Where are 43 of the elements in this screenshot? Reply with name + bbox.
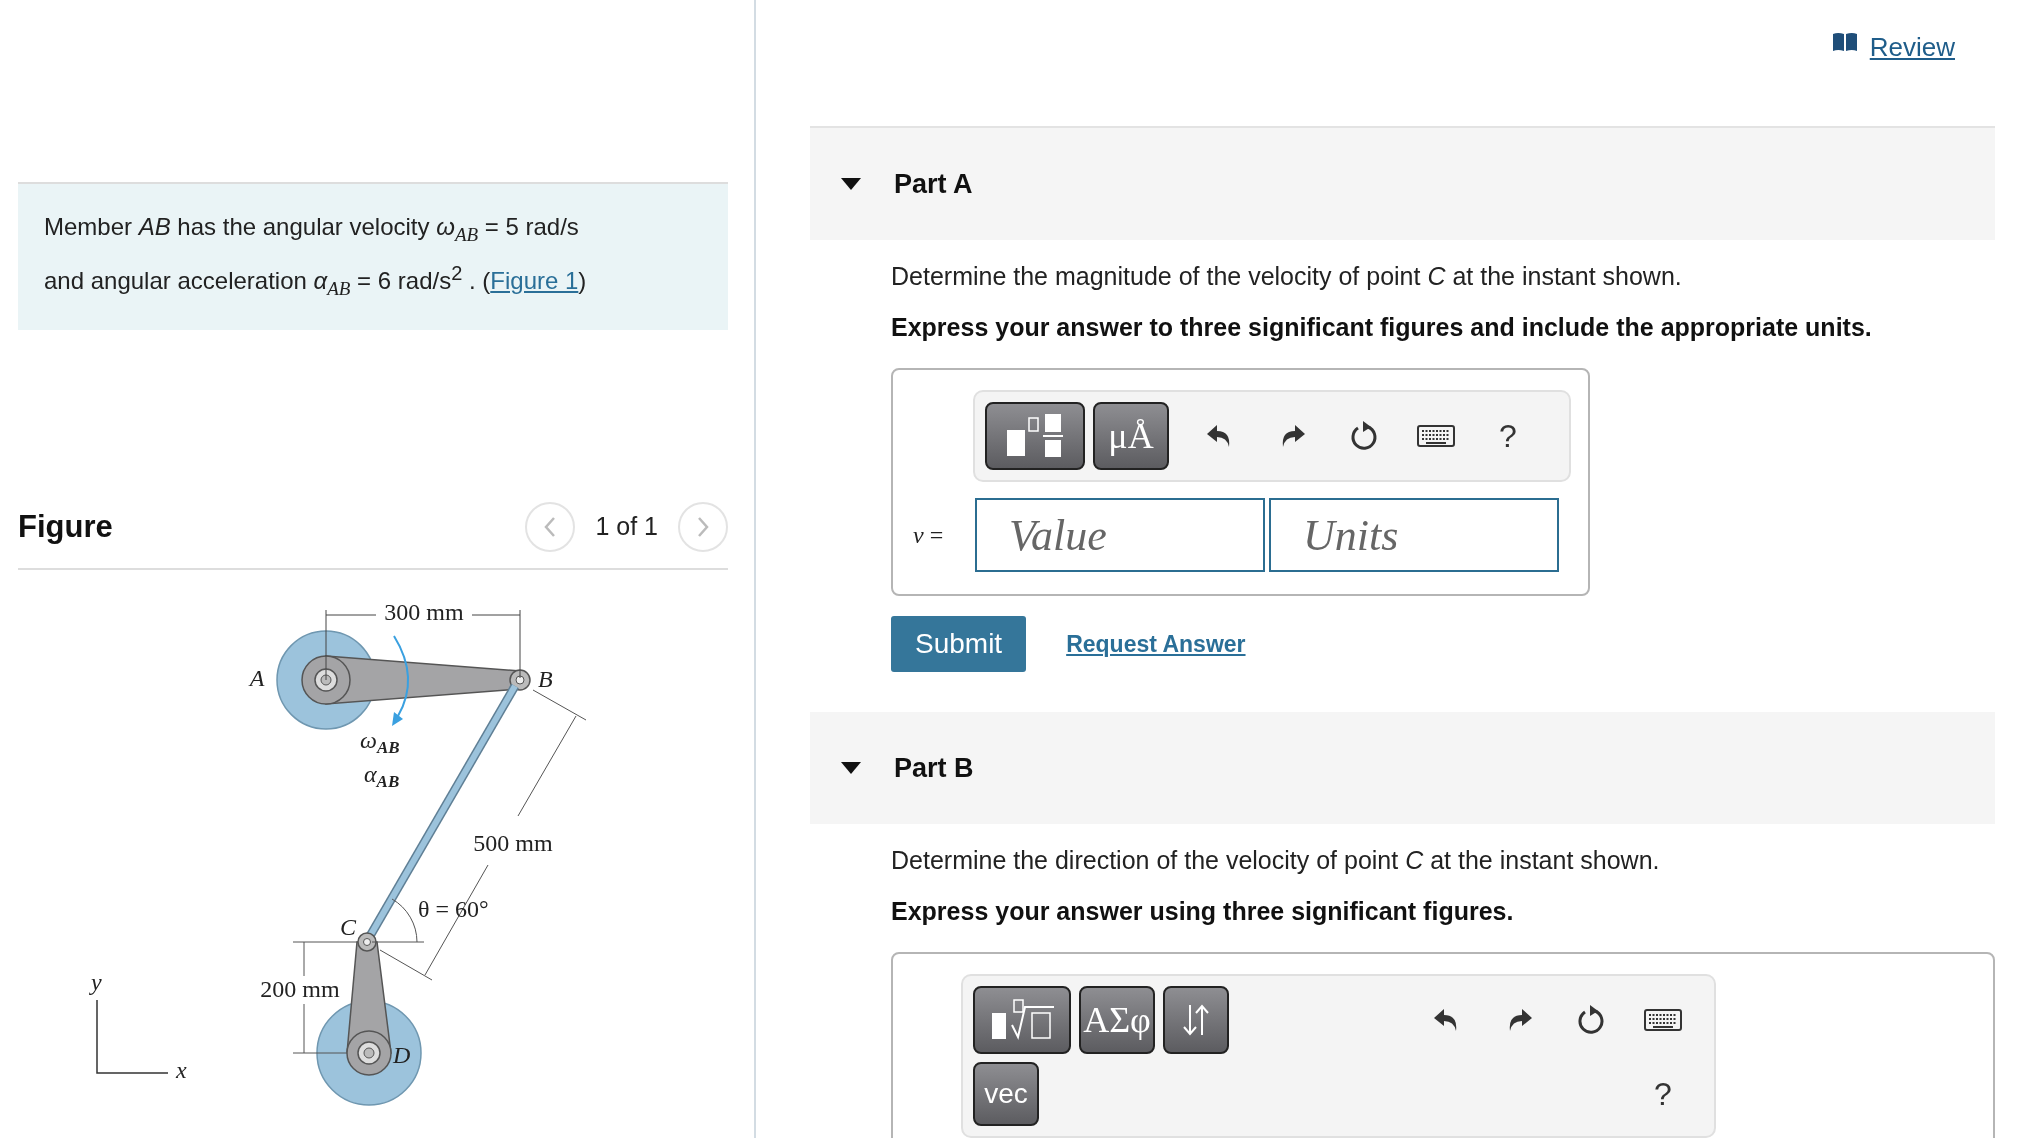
figure-label: θ = 60° (418, 895, 489, 922)
figure-label: ω$_{AB}$ (360, 726, 400, 757)
keyboard-button[interactable] (1642, 1009, 1684, 1031)
figure-label: A (249, 664, 265, 691)
question-text: Determine the direction of the velocity of point C at the instant shown. (891, 846, 1661, 875)
answer-label: v = (913, 521, 945, 549)
part-header[interactable]: Part A (810, 128, 1995, 240)
figure-label: D (393, 1041, 411, 1068)
help-button[interactable]: ? (1642, 1075, 1684, 1113)
figure-label: B (538, 665, 553, 692)
answer-field[interactable]: Units (1269, 498, 1559, 572)
keyboard-icon (1417, 425, 1455, 447)
symbol-button[interactable]: ΑΣφ (1079, 986, 1155, 1054)
question-text: Determine the magnitude of the velocity of point C at the instant shown. (891, 262, 1683, 291)
figure-label: C (340, 913, 356, 940)
up-down-arrows-icon (1181, 1003, 1211, 1037)
arrows-button[interactable] (1163, 986, 1229, 1054)
keyboard-icon (1644, 1009, 1682, 1031)
part-header[interactable]: Part B (810, 712, 1995, 824)
figure-label: α$_{AB}$ (364, 760, 400, 791)
figure-heading: Figure (18, 508, 113, 545)
symbol-button[interactable]: μÅ (1093, 402, 1169, 470)
page-counter: 1 of 1 (595, 512, 658, 542)
reset-icon (1349, 420, 1379, 452)
symbol-button[interactable]: vec (973, 1062, 1039, 1126)
instruction-text: Express your answer to three significant figures and include the appropriate units. (891, 313, 1873, 342)
request-answer-link[interactable]: Request Answer (1066, 630, 1246, 658)
instruction-text: Express your answer using three significant figures. (891, 897, 1515, 926)
figure-label: 200 mm (260, 975, 340, 1002)
templates-button[interactable] (985, 402, 1085, 470)
help-button[interactable]: ? (1487, 417, 1529, 455)
reset-icon (1576, 1004, 1606, 1036)
problem-text: Member AB has the angular velocity ω$_{AB}$ = 5 rad/s and angular acceleration α$_{AB}$ = 6 rad/s$^{2}$ . (Figure 1) (18, 182, 728, 330)
figure-label: x (176, 1056, 187, 1083)
figure-label: y (91, 968, 102, 995)
book-icon (1831, 32, 1858, 52)
keyboard-button[interactable] (1415, 425, 1457, 447)
answer-field[interactable]: Value (975, 498, 1265, 572)
review-link[interactable]: Review (1831, 32, 1955, 66)
figure-label: 500 mm (473, 829, 553, 856)
root-templates-button[interactable] (973, 986, 1071, 1054)
submit-button[interactable]: Submit (891, 616, 1027, 672)
figure-label: 300 mm (384, 598, 464, 625)
